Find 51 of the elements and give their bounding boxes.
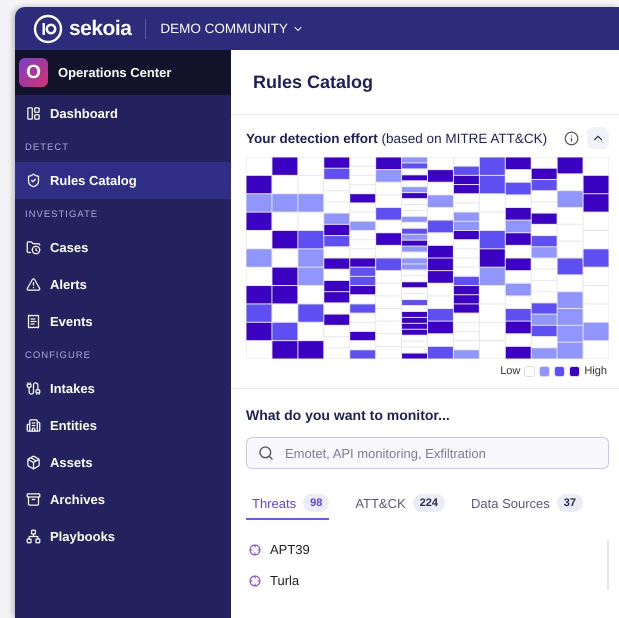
nav-icon (26, 381, 41, 396)
sidebar-item[interactable]: Cases (15, 229, 231, 266)
collapse-button[interactable] (587, 127, 609, 149)
section-heading: What do you want to monitor... (246, 407, 451, 423)
app-badge: O (19, 58, 48, 87)
legend-swatch (539, 366, 550, 376)
section-title: Your detection effort (based on MITRE ATT&CK) (246, 130, 548, 146)
legend-swatch (569, 366, 580, 376)
page-title: Rules Catalog (253, 72, 374, 92)
tab[interactable]: Data Sources 37 (465, 491, 584, 520)
nav-icon (26, 492, 41, 507)
section-label: INVESTIGATE (24, 208, 100, 222)
legend-label: Low (500, 365, 520, 377)
threat-item[interactable]: Turla (246, 571, 607, 590)
legend-label: High (584, 365, 607, 377)
count-badge: 98 (303, 494, 330, 512)
legend-swatch (554, 366, 566, 376)
legend-swatch (524, 366, 536, 376)
sidebar-item[interactable]: Alerts (15, 266, 231, 303)
nav-icon (26, 455, 41, 470)
section-label: DETECT (24, 140, 70, 154)
count-badge: 224 (412, 494, 446, 512)
nav-icon (26, 173, 41, 188)
threat-item[interactable]: APT39 (246, 540, 607, 559)
workspace-selector[interactable]: DEMO COMMUNITY (160, 21, 304, 36)
search-field[interactable]: Emotet, API monitoring, Exfiltration (246, 437, 609, 469)
nav-icon (26, 314, 41, 329)
sidebar-item[interactable]: Rules Catalog (15, 162, 231, 199)
sidebar-item[interactable]: Playbooks (15, 518, 231, 555)
sidebar-item[interactable]: Events (15, 303, 231, 340)
crosshair-icon (249, 544, 261, 556)
nav-icon (26, 418, 41, 433)
nav-icon (26, 529, 41, 544)
sidebar-item[interactable]: Dashboard (15, 95, 231, 132)
logo-icon (33, 14, 63, 44)
nav-icon (26, 106, 41, 121)
tab[interactable]: ATT&CK 224 (349, 491, 446, 520)
logo-text: sekoia (69, 16, 132, 40)
nav-icon (26, 277, 41, 292)
crosshair-icon (249, 574, 261, 586)
sidebar-item[interactable]: Assets (15, 444, 231, 481)
search-icon (258, 445, 274, 461)
product-name: Operations Center (58, 65, 172, 80)
sidebar-item[interactable]: Archives (15, 481, 231, 518)
info-icon[interactable] (564, 130, 579, 146)
sidebar-item[interactable]: Entities (15, 407, 231, 444)
tab[interactable]: Threats 98 (246, 491, 330, 520)
sidebar-item[interactable]: Intakes (15, 370, 231, 407)
nav-icon (26, 240, 41, 255)
count-badge: 37 (556, 494, 584, 512)
section-label: CONFIGURE (24, 348, 92, 362)
